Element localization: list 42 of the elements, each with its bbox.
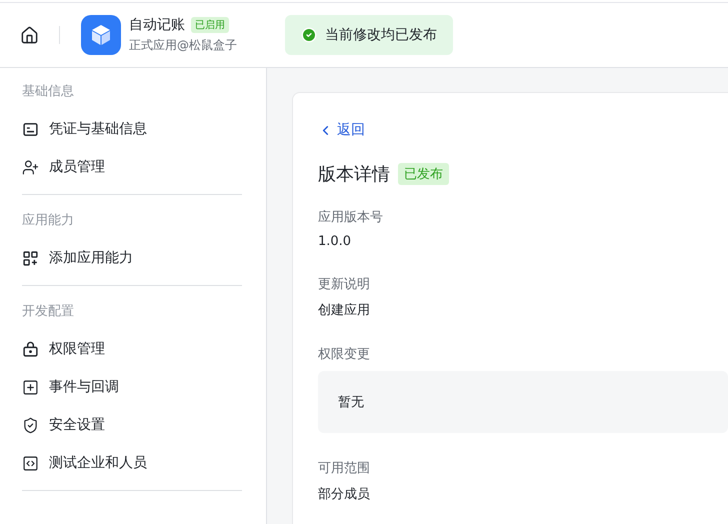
field-value: 创建应用 xyxy=(318,302,371,318)
sidebar-item[interactable]: 权限管理 xyxy=(22,330,242,368)
field-value: 1.0.0 xyxy=(318,234,352,248)
section-heading: 基础信息 xyxy=(22,83,75,101)
sidebar-item-label: 添加应用能力 xyxy=(49,249,133,267)
sidebar-item[interactable]: 成员管理 xyxy=(22,148,242,186)
empty-notice: 暂无 xyxy=(318,370,728,432)
field-label: 可用范围 xyxy=(318,460,371,476)
field-label: 更新说明 xyxy=(318,276,371,292)
sidebar-item[interactable]: 凭证与基础信息 xyxy=(22,110,242,148)
sidebar-item[interactable]: 测试企业和人员 xyxy=(22,444,242,482)
sidebar-item[interactable]: 事件与回调 xyxy=(22,368,242,406)
sidebar-item[interactable]: 添加应用能力 xyxy=(22,239,242,277)
lock-icon xyxy=(22,340,39,358)
sidebar-item[interactable]: 安全设置 xyxy=(22,406,242,444)
home-icon[interactable] xyxy=(20,26,39,44)
page-title: 版本详情 xyxy=(318,162,390,186)
section-heading: 应用能力 xyxy=(22,212,75,230)
add-square-icon xyxy=(22,378,39,396)
code-icon xyxy=(22,454,39,472)
user-add-icon xyxy=(22,158,39,176)
sidebar-item-label: 测试企业和人员 xyxy=(49,454,147,472)
field-value: 部分成员 xyxy=(318,486,371,502)
app-icon xyxy=(81,15,121,55)
field-label: 权限变更 xyxy=(318,346,371,362)
shield-check-icon xyxy=(22,416,39,434)
check-circle-icon xyxy=(301,27,317,43)
app-subtitle: 正式应用@松鼠盒子 xyxy=(129,37,237,54)
grid-add-icon xyxy=(22,250,39,266)
back-link[interactable]: 返回 xyxy=(318,121,365,139)
sidebar-item-label: 凭证与基础信息 xyxy=(49,120,147,138)
sidebar-item-label: 事件与回调 xyxy=(49,378,119,396)
sidebar-item-label: 成员管理 xyxy=(49,158,105,176)
status-badge: 已启用 xyxy=(191,17,229,33)
app-name: 自动记账 xyxy=(129,16,185,34)
status-badge: 已发布 xyxy=(398,162,449,184)
toast-message: 当前修改均已发布 xyxy=(325,26,437,44)
sidebar-item-label: 安全设置 xyxy=(49,416,105,434)
field-label: 应用版本号 xyxy=(318,208,384,226)
sidebar-item-label: 权限管理 xyxy=(49,340,105,358)
id-card-icon xyxy=(22,120,39,138)
section-heading: 开发配置 xyxy=(22,303,75,321)
